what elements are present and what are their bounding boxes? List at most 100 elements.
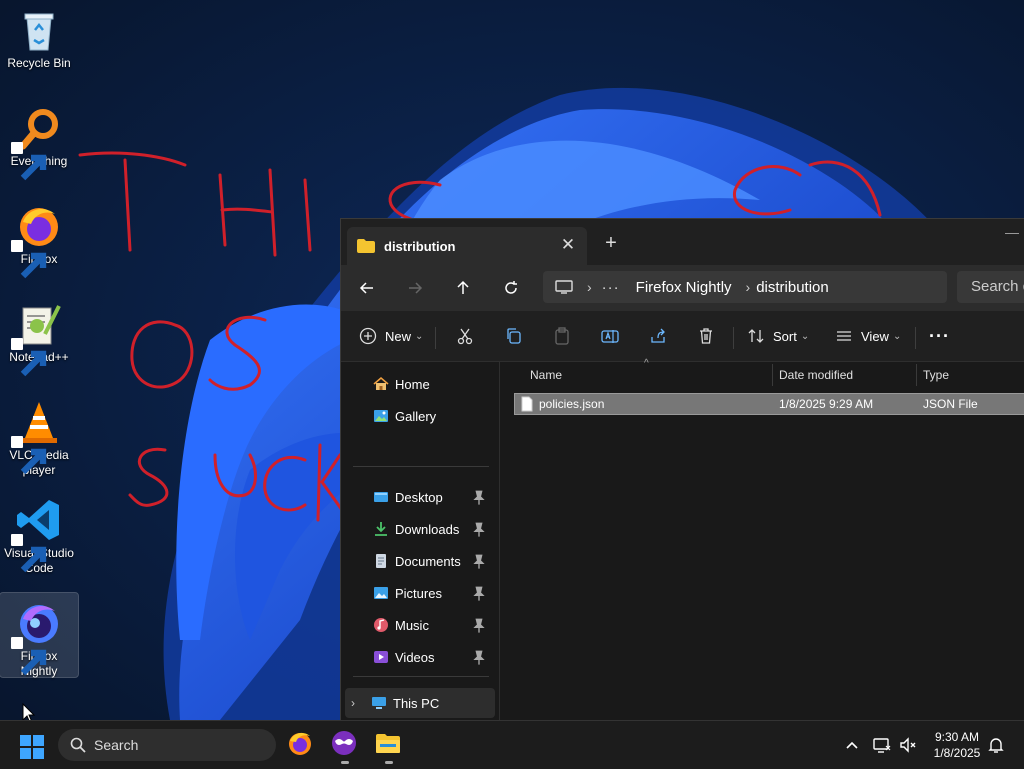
- file-date: 1/8/2025 9:29 AM: [779, 397, 874, 411]
- back-button[interactable]: [351, 273, 383, 303]
- pin-icon[interactable]: [471, 522, 487, 538]
- chevron-down-icon: ⌄: [800, 330, 810, 342]
- chevron-right-icon[interactable]: ›: [351, 696, 355, 710]
- pin-icon[interactable]: [471, 618, 487, 634]
- nav-label: This PC: [393, 695, 440, 711]
- taskbar-search[interactable]: Search: [58, 729, 276, 761]
- nav-item-downloads[interactable]: Downloads: [373, 516, 493, 542]
- desktop-icon: [374, 492, 388, 502]
- address-bar[interactable]: › ··· Firefox Nightly › distribution: [543, 271, 947, 303]
- breadcrumb-overflow[interactable]: ···: [602, 279, 620, 296]
- desktop-icon-notepad-plus-plus[interactable]: Notepad++: [0, 294, 78, 377]
- up-button[interactable]: [447, 273, 479, 303]
- desktop-icon-everything[interactable]: Everything: [0, 98, 78, 181]
- sort-button[interactable]: Sort ⌄: [747, 321, 809, 351]
- tab-distribution[interactable]: distribution ✕: [347, 227, 587, 265]
- refresh-button[interactable]: [495, 273, 527, 303]
- download-icon: [375, 522, 387, 536]
- nav-label: Downloads: [395, 521, 460, 537]
- address-row: › ··· Firefox Nightly › distribution Sea…: [341, 265, 1024, 311]
- column-header-date[interactable]: Date modified: [779, 362, 853, 388]
- column-divider[interactable]: [916, 364, 917, 386]
- nav-divider: [353, 466, 489, 467]
- pin-icon[interactable]: [471, 490, 487, 506]
- arrow-left-icon: [359, 282, 373, 294]
- start-button[interactable]: [20, 735, 44, 759]
- share-icon: [651, 328, 665, 343]
- nav-item-music[interactable]: Music: [373, 612, 493, 638]
- file-type: JSON File: [923, 397, 978, 411]
- file-explorer-window[interactable]: distribution ✕ + › ··· Firefox Nightly ›…: [340, 218, 1024, 720]
- desktop-icon-recycle-bin[interactable]: Recycle Bin: [0, 0, 78, 71]
- new-button[interactable]: New ⌄: [359, 321, 423, 351]
- view-button[interactable]: View ⌄: [835, 321, 901, 351]
- system-clock[interactable]: 9:30 AM 1/8/2025: [920, 729, 994, 761]
- paste-button[interactable]: [553, 321, 571, 351]
- column-header-name[interactable]: Name: [530, 362, 562, 388]
- desktop-icon-firefox[interactable]: Firefox: [0, 196, 78, 279]
- desktop-icon-vlc[interactable]: VLC media player: [0, 392, 78, 478]
- recycle-bin-icon: [15, 6, 63, 54]
- scissors-icon: [457, 328, 473, 345]
- table-row[interactable]: policies.json 1/8/2025 9:29 AM JSON File: [514, 393, 1024, 415]
- desktop-icon-vscode[interactable]: Visual Studio Code: [0, 490, 78, 576]
- minimize-button[interactable]: [1005, 233, 1019, 234]
- search-input[interactable]: Search d: [957, 271, 1024, 303]
- new-tab-button[interactable]: +: [599, 231, 623, 255]
- more-options-button[interactable]: ···: [929, 321, 950, 351]
- vlc-cone-icon: [11, 398, 63, 475]
- file-list: Name ^ Date modified Type policies.json …: [500, 358, 1024, 720]
- trash-icon: [700, 328, 712, 344]
- desktop-icon-label: Recycle Bin: [7, 56, 71, 70]
- notepad-plus-plus-icon: [11, 300, 63, 377]
- taskbar: Search 9:30 AM 1/8/2025: [0, 720, 1024, 769]
- close-tab-icon[interactable]: ✕: [559, 236, 577, 254]
- nav-item-documents[interactable]: Documents: [373, 548, 493, 574]
- pin-icon[interactable]: [471, 586, 487, 602]
- forward-button[interactable]: [399, 273, 431, 303]
- notifications-bell-icon[interactable]: [986, 735, 1006, 755]
- new-button-label: New: [385, 328, 412, 344]
- pin-icon[interactable]: [471, 650, 487, 666]
- videos-icon: [374, 651, 388, 663]
- sort-icon: [748, 329, 764, 343]
- nav-item-gallery[interactable]: Gallery: [373, 403, 493, 429]
- volume-muted-icon[interactable]: [898, 735, 918, 755]
- explorer-titlebar[interactable]: distribution ✕ +: [341, 219, 1024, 265]
- chevron-down-icon: ⌄: [415, 330, 424, 342]
- nav-item-pictures[interactable]: Pictures: [373, 580, 493, 606]
- column-header-type[interactable]: Type: [923, 362, 949, 388]
- pin-icon[interactable]: [471, 554, 487, 570]
- taskbar-firefox-nightly[interactable]: [330, 729, 360, 764]
- copy-button[interactable]: [505, 321, 523, 351]
- nav-divider: [353, 676, 489, 677]
- delete-button[interactable]: [697, 321, 715, 351]
- nav-item-desktop[interactable]: Desktop: [373, 484, 493, 510]
- nav-label: Desktop: [395, 489, 443, 505]
- nav-label: Gallery: [395, 408, 437, 424]
- view-button-label: View: [861, 328, 889, 344]
- sort-button-label: Sort: [773, 328, 797, 344]
- nav-label: Documents: [395, 553, 461, 569]
- cut-button[interactable]: [456, 321, 474, 351]
- nav-item-videos[interactable]: Videos: [373, 644, 493, 670]
- taskbar-file-explorer[interactable]: [374, 729, 404, 764]
- share-button[interactable]: [649, 321, 667, 351]
- rename-icon: [601, 330, 619, 343]
- music-icon: [374, 618, 388, 632]
- show-hidden-icons-chevron-up-icon[interactable]: [842, 735, 862, 755]
- chevron-down-icon: ⌄: [892, 330, 902, 342]
- rename-button[interactable]: [601, 321, 619, 351]
- nav-item-home[interactable]: Home: [373, 371, 493, 397]
- taskbar-firefox[interactable]: [286, 729, 316, 759]
- breadcrumb-item[interactable]: distribution: [756, 279, 829, 296]
- breadcrumb-item[interactable]: Firefox Nightly: [636, 279, 732, 296]
- toolbar-divider: [435, 327, 436, 349]
- running-indicator: [341, 761, 349, 764]
- network-icon[interactable]: [872, 735, 892, 755]
- desktop-icon-firefox-nightly[interactable]: Firefox Nightly: [0, 592, 79, 678]
- shortcut-arrow-icon: [11, 436, 47, 475]
- nav-item-this-pc[interactable]: › This PC: [345, 688, 495, 718]
- column-divider[interactable]: [772, 364, 773, 386]
- running-indicator: [385, 761, 393, 764]
